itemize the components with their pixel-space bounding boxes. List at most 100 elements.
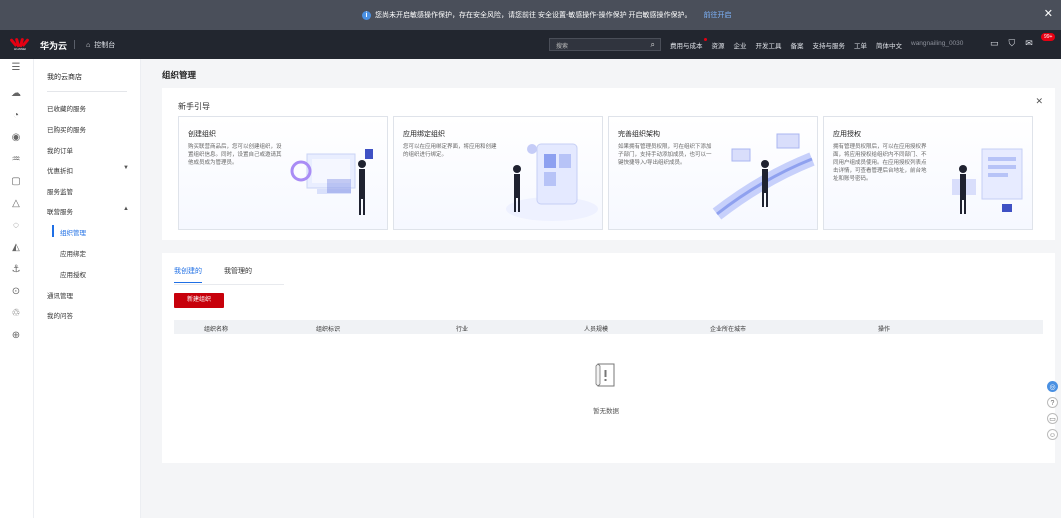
guide-title: 新手引导 (178, 102, 210, 111)
user-name[interactable]: wangnailing_0030 (911, 40, 963, 50)
database-icon[interactable]: ◉ (9, 131, 23, 145)
guide-card-create-org[interactable]: 创建组织 购买联营商品后，您可以创建组织，设置组织信息。同时，设置自己或邀请其他… (178, 116, 388, 230)
notice-text: 您尚未开启敏感操作保护，存在安全风险，请您前往 安全设置-敏感操作-操作保护 开… (375, 12, 692, 19)
tab-bar: 我创建的 我管理的 (174, 266, 252, 283)
info-icon: i (362, 10, 371, 20)
message-icon[interactable]: ▭ (990, 38, 999, 49)
divider (74, 40, 75, 49)
nav-link-support[interactable]: 支持与服务 (813, 40, 846, 50)
card-description: 购买联营商品后，您可以创建组织，设置组织信息。同时，设置自己或邀请其他成员成为管… (188, 144, 282, 166)
security-icon[interactable]: ◭ (9, 241, 23, 255)
cart-icon[interactable]: ⛉ (1009, 38, 1016, 49)
card-title: 完善组织架构 (618, 131, 660, 138)
create-org-illustration (290, 149, 373, 215)
sidebar: 我的云商店 已收藏的服务 已购买的服务 我的订单 优惠折扣 ▼ 服务监管 联营服… (34, 59, 141, 518)
help-icon[interactable]: ? (1047, 397, 1058, 408)
sidebar-item-orders[interactable]: 我的订单 (47, 145, 137, 155)
cloud-icon[interactable]: ☁ (9, 87, 23, 101)
console-link[interactable]: ⌂ 控制台 (86, 40, 115, 50)
nav-link-enterprise[interactable]: 企业 (734, 40, 747, 50)
sidebar-item-app-binding[interactable]: 应用绑定 (60, 248, 150, 258)
menu-icon[interactable]: ☰ (9, 61, 23, 75)
guide-card-app-authorization[interactable]: 应用授权 拥有管理员权限后，可以在应用授权界面，将应用授权给组织内不同部门、不同… (823, 116, 1033, 230)
column-city: 企业所在城市 (710, 327, 747, 333)
card-title: 应用授权 (833, 131, 861, 138)
nav-link-devtools[interactable]: 开发工具 (756, 40, 782, 50)
sidebar-item-label: 优惠折扣 (47, 168, 73, 175)
mail-icon[interactable]: ✉ (1025, 38, 1033, 49)
notification-badge: 99+ (1041, 33, 1056, 41)
guide-card-bind-app[interactable]: 应用绑定组织 您可以在应用绑定界面，将应用和创建的组织进行绑定。 (393, 116, 603, 230)
sidebar-title: 我的云商店 (47, 74, 82, 81)
nav-link-filing[interactable]: 备案 (791, 40, 804, 50)
guide-card-org-structure[interactable]: 完善组织架构 如果拥有管理员权限，可在组织下添加子部门，支持手动添加成员，也可以… (608, 116, 818, 230)
chevron-up-icon: ▲ (123, 206, 129, 212)
network-icon[interactable]: △ (9, 197, 23, 211)
brand-name[interactable]: 华为云 (40, 39, 67, 52)
card-title: 创建组织 (188, 131, 216, 138)
close-icon[interactable]: ✕ (1044, 7, 1053, 20)
guide-panel: 新手引导 ✕ 创建组织 购买联营商品后，您可以创建组织，设置组织信息。同时，设置… (162, 88, 1055, 240)
sidebar-item-joint-service[interactable]: 联营服务 ▲ (47, 206, 137, 216)
notice-message: i 您尚未开启敏感操作保护，存在安全风险，请您前往 安全设置-敏感操作-操作保护… (362, 10, 732, 20)
active-indicator (52, 225, 54, 237)
column-staff-size: 人员规模 (584, 327, 609, 333)
huawei-logo[interactable]: HUAWEI (9, 36, 30, 53)
anchor-icon[interactable]: ⚓ (9, 263, 23, 277)
sidebar-item-favorites[interactable]: 已收藏的服务 (47, 103, 137, 113)
empty-data-icon (595, 363, 615, 387)
new-organization-button[interactable]: 新建组织 (174, 293, 224, 308)
chevron-down-icon: ▼ (123, 165, 129, 171)
app-authorization-illustration (952, 148, 1023, 214)
service-assistant-icon[interactable]: ◎ (1047, 381, 1058, 392)
icon-rail: ☰ ☁ ◔ ◉ ♒ ▢ △ ◌ ◭ ⚓ ⊙ ♲ ⊕ (0, 59, 34, 518)
security-notice-bar: i 您尚未开启敏感操作保护，存在安全风险，请您前往 安全设置-敏感操作-操作保护… (0, 0, 1061, 30)
document-icon[interactable]: ▢ (9, 175, 23, 189)
smile-icon[interactable]: ☺ (1047, 429, 1058, 440)
nav-link-language[interactable]: 简体中文 (876, 40, 902, 50)
column-org-name: 组织名称 (204, 327, 229, 333)
sidebar-item-qa[interactable]: 我的问答 (47, 310, 137, 320)
nav-link-ticket[interactable]: 工单 (854, 40, 867, 50)
console-label: 控制台 (94, 42, 116, 49)
card-description: 如果拥有管理员权限，可在组织下添加子部门，支持手动添加成员，也可以一键快捷导入/… (618, 144, 712, 166)
search-input[interactable]: 搜索 ⌕ (549, 38, 661, 51)
storage-icon[interactable]: ◌ (9, 219, 23, 233)
notice-link[interactable]: 前往开启 (704, 10, 732, 20)
close-icon[interactable]: ✕ (1035, 96, 1043, 107)
feedback-icon[interactable]: ▭ (1047, 413, 1058, 424)
search-icon[interactable]: ⌕ (651, 40, 655, 50)
nav-links: 费用与成本 资源 企业 开发工具 备案 支持与服务 工单 简体中文 wangna… (670, 38, 963, 50)
column-actions: 操作 (878, 327, 891, 333)
sidebar-item-label: 联营服务 (47, 209, 73, 216)
table-header: 组织名称 组织标识 行业 人员规模 企业所在城市 操作 (174, 320, 1043, 334)
tab-managed-by-me[interactable]: 我管理的 (224, 266, 252, 283)
sidebar-item-communication[interactable]: 通讯管理 (47, 290, 137, 300)
org-structure-illustration (712, 133, 815, 220)
sidebar-item-purchased[interactable]: 已购买的服务 (47, 124, 137, 134)
card-description: 拥有管理员权限后，可以在应用授权界面，将应用授权给组织内不同部门、不同用户组成员… (833, 144, 927, 182)
sidebar-item-app-authorization[interactable]: 应用授权 (60, 269, 150, 279)
card-description: 您可以在应用绑定界面，将应用和创建的组织进行绑定。 (403, 144, 497, 158)
sidebar-item-org-management[interactable]: 组织管理 (60, 227, 150, 237)
sidebar-divider (47, 91, 127, 92)
service-icon[interactable]: ◔ (9, 109, 23, 123)
nav-link-resource[interactable]: 资源 (712, 40, 725, 50)
tab-underline (174, 284, 284, 285)
nav-icons: ▭ ⛉ ✉ (990, 38, 1033, 49)
group-icon[interactable]: ♲ (9, 307, 23, 321)
tab-created-by-me[interactable]: 我创建的 (174, 266, 202, 283)
column-org-id: 组织标识 (316, 327, 341, 333)
logo-text: HUAWEI (14, 47, 26, 51)
sidebar-item-discounts[interactable]: 优惠折扣 ▼ (47, 165, 137, 175)
settings-icon[interactable]: ⊙ (9, 285, 23, 299)
page-title: 组织管理 (162, 70, 197, 80)
organization-list-panel: 我创建的 我管理的 新建组织 组织名称 组织标识 行业 人员规模 企业所在城市 … (162, 253, 1055, 463)
globe-icon[interactable]: ⊕ (9, 329, 23, 343)
empty-data-text: 暂无数据 (593, 408, 619, 415)
bind-app-illustration (506, 143, 598, 221)
monitor-icon[interactable]: ♒ (9, 153, 23, 167)
nav-link-cost[interactable]: 费用与成本 (670, 38, 706, 50)
search-placeholder: 搜索 (556, 44, 569, 50)
sidebar-item-supervision[interactable]: 服务监管 (47, 186, 137, 196)
